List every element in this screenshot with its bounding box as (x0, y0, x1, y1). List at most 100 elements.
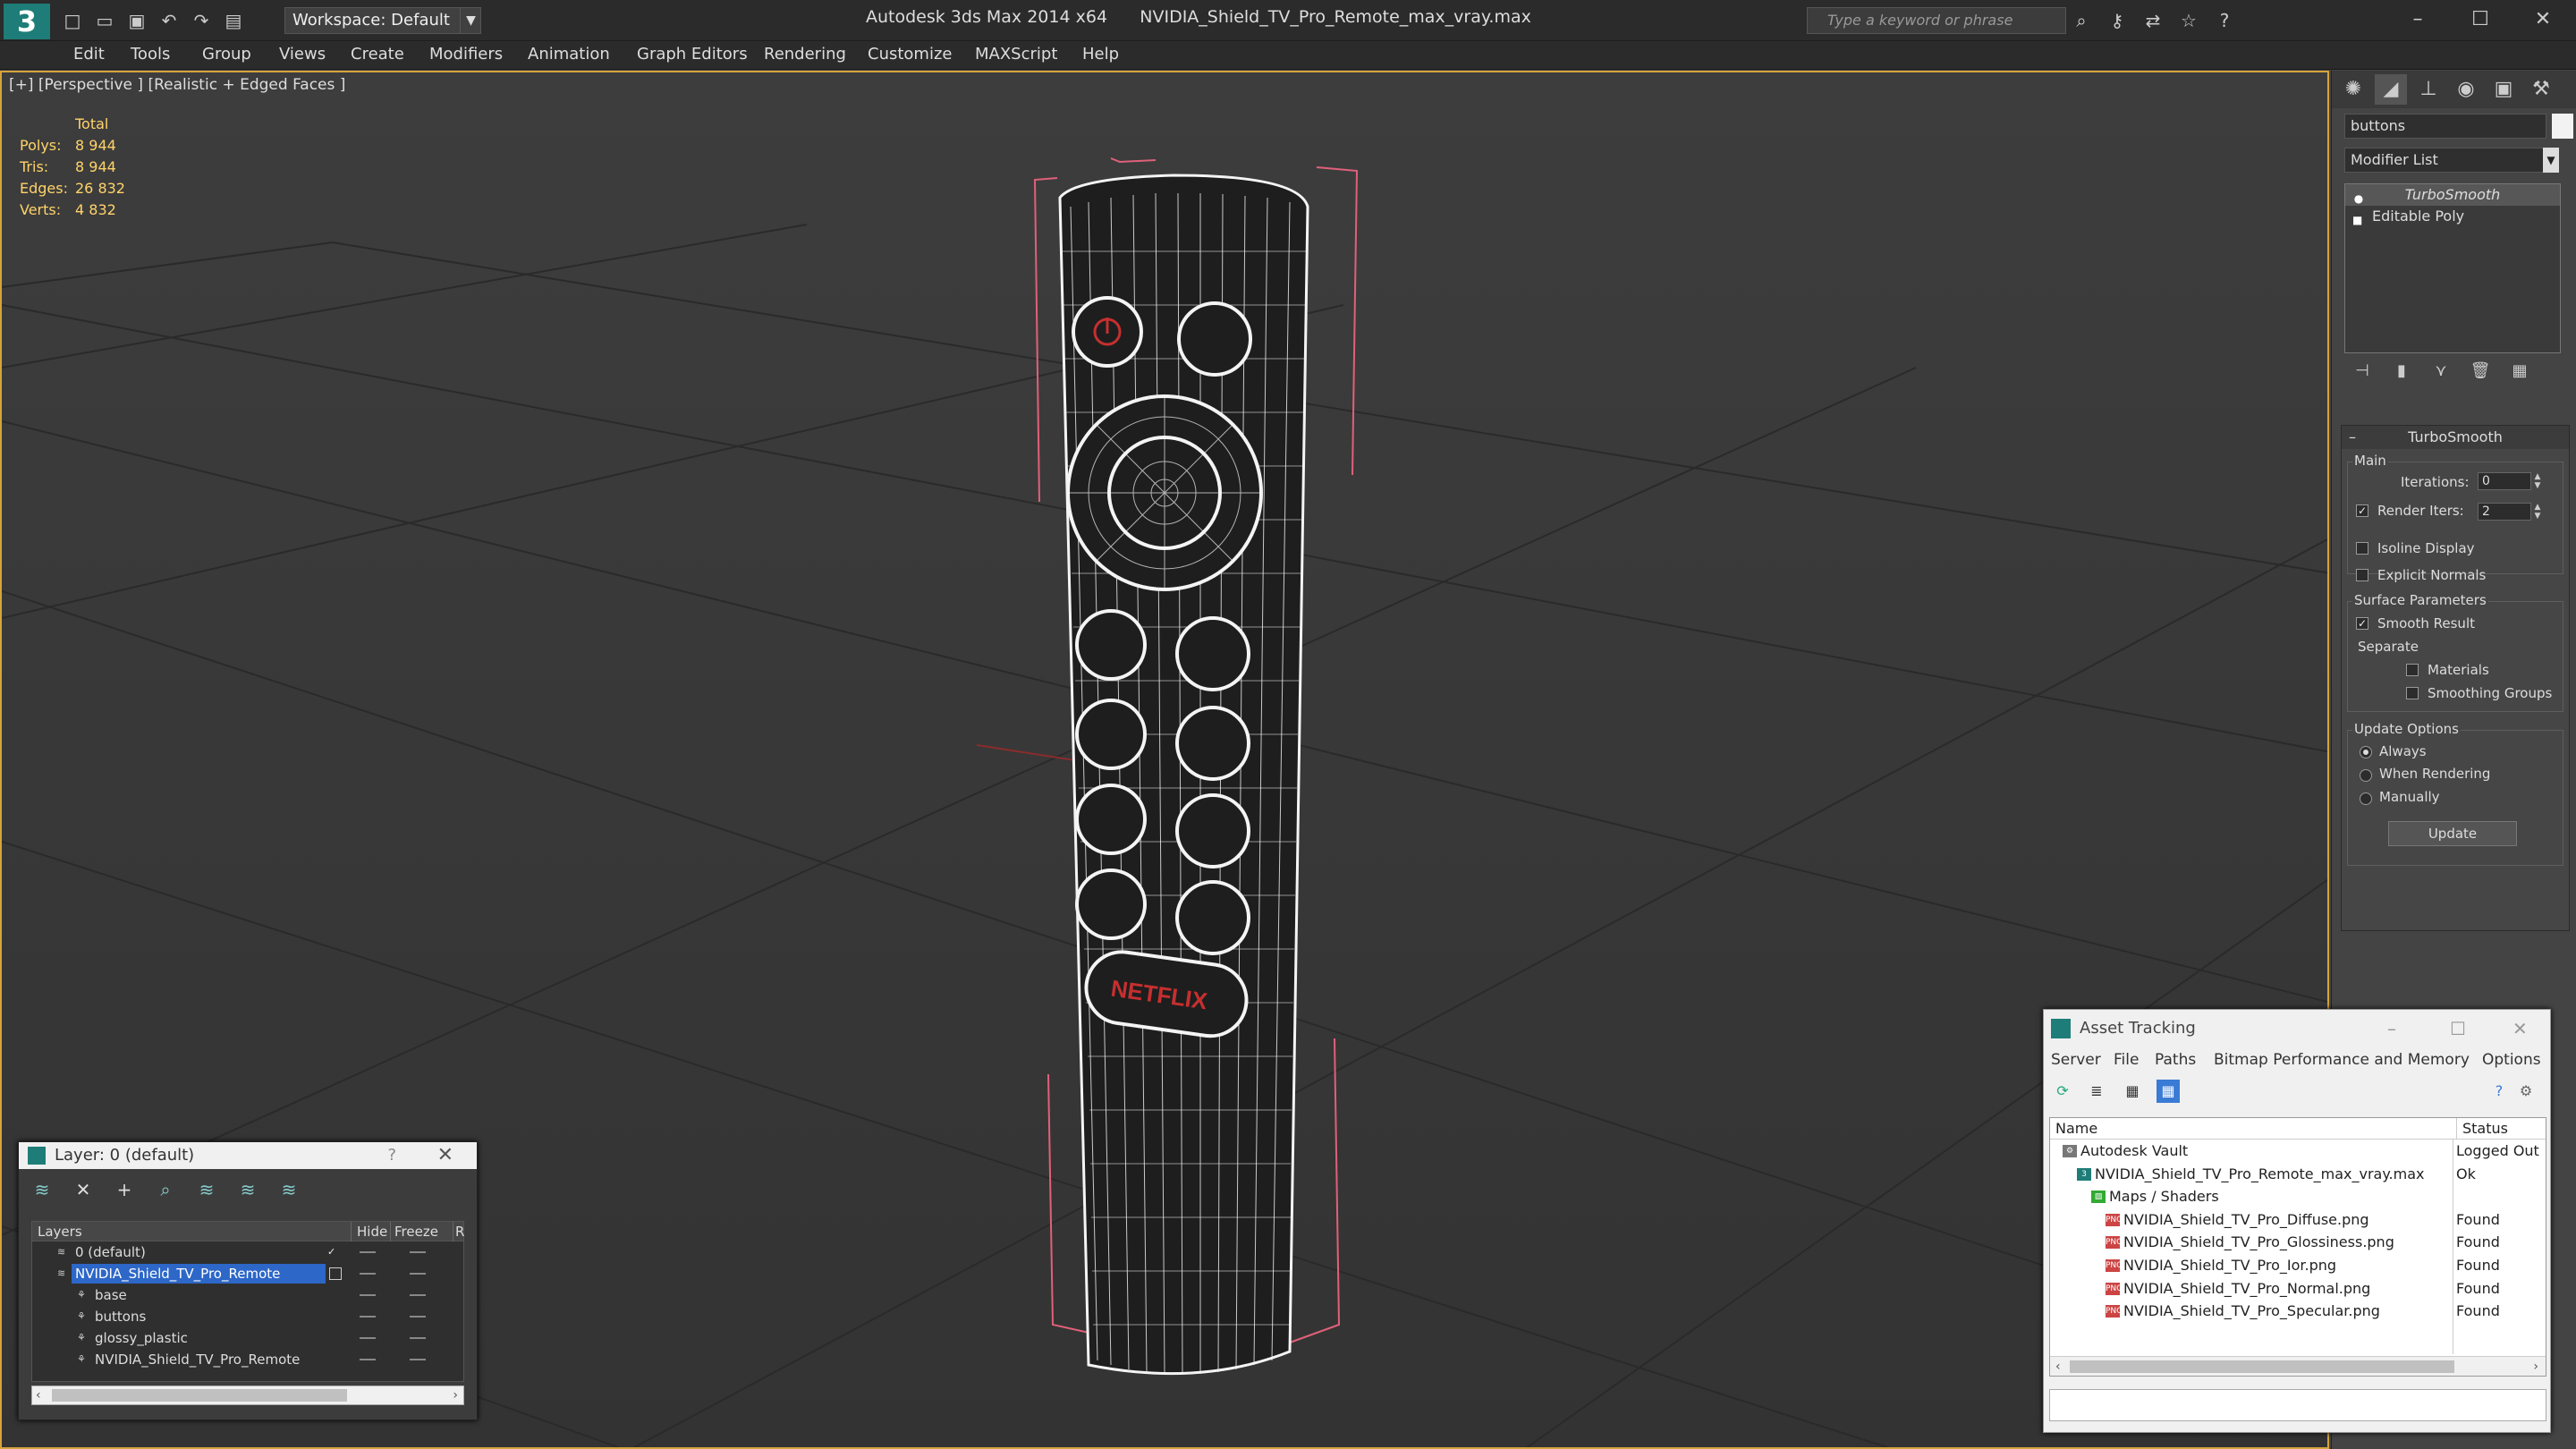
menu-paths[interactable]: Paths (2155, 1051, 2196, 1069)
layer-row[interactable]: ⚘ NVIDIA_Shield_TV_Pro_Remote (32, 1349, 463, 1370)
close-icon[interactable]: ✕ (437, 1142, 453, 1169)
menu-help[interactable]: Help (1082, 45, 1119, 64)
always-radio[interactable] (2360, 746, 2372, 758)
select-objects-icon[interactable]: ⌕ (153, 1178, 178, 1201)
iterations-spinner[interactable]: 0 (2478, 472, 2531, 490)
layer-row[interactable]: ⚘ base (32, 1284, 463, 1306)
menu-rendering[interactable]: Rendering (764, 45, 846, 64)
add-to-layer-icon[interactable]: + (112, 1178, 137, 1201)
hierarchy-tab-icon[interactable]: ⊥ (2412, 74, 2445, 105)
open-icon[interactable]: ▭ (93, 9, 116, 32)
rollout-header[interactable]: – TurboSmooth (2342, 426, 2569, 449)
asset-row[interactable]: PNG NVIDIA_Shield_TV_Pro_Specular.png Fo… (2050, 1300, 2546, 1323)
list-view-icon[interactable]: ≣ (2085, 1080, 2108, 1103)
workspace-dropdown[interactable]: Workspace: Default (284, 7, 481, 34)
project-icon[interactable]: ▤ (222, 9, 245, 32)
smooth-result-checkbox[interactable]: ✓ (2356, 617, 2368, 630)
undo-icon[interactable]: ↶ (157, 9, 181, 32)
layer-horizontal-scrollbar[interactable]: ‹ › (31, 1385, 464, 1405)
asset-row[interactable]: ▨ Maps / Shaders (2050, 1185, 2546, 1208)
thumbnail-view-icon[interactable]: ▦ (2121, 1080, 2144, 1103)
freeze-toggle[interactable] (410, 1294, 426, 1296)
layer-name[interactable]: NVIDIA_Shield_TV_Pro_Remote (72, 1264, 326, 1284)
configure-sets-icon[interactable]: ▦ (2509, 359, 2530, 384)
asset-row[interactable]: 3 NVIDIA_Shield_TV_Pro_Remote_max_vray.m… (2050, 1163, 2546, 1186)
utilities-tab-icon[interactable]: ⚒ (2525, 74, 2557, 105)
hide-toggle[interactable] (360, 1251, 376, 1253)
menu-maxscript[interactable]: MAXScript (975, 45, 1057, 64)
menu-graph-editors[interactable]: Graph Editors (637, 45, 748, 64)
layer-row[interactable]: ⚘ glossy_plastic (32, 1327, 463, 1349)
hide-toggle[interactable] (360, 1337, 376, 1339)
menu-views[interactable]: Views (279, 45, 326, 64)
col-layers[interactable]: Layers (38, 1222, 82, 1241)
layer-name[interactable]: glossy_plastic (91, 1328, 191, 1348)
new-layer-icon[interactable]: ≋ (30, 1178, 55, 1201)
col-status[interactable]: Status (2456, 1118, 2508, 1140)
modifier-list-dropdown[interactable]: Modifier List (2344, 148, 2559, 173)
asset-row[interactable]: PNG NVIDIA_Shield_TV_Pro_Diffuse.png Fou… (2050, 1208, 2546, 1232)
freeze-toggle[interactable] (410, 1251, 426, 1253)
hide-toggle[interactable] (360, 1316, 376, 1318)
menu-server[interactable]: Server (2051, 1051, 2101, 1069)
scroll-left-icon[interactable]: ‹ (36, 1386, 41, 1404)
hide-toggle[interactable] (360, 1273, 376, 1275)
app-logo-icon[interactable]: 3 (4, 4, 50, 39)
scroll-right-icon[interactable]: › (2533, 1357, 2538, 1377)
layer-name[interactable]: base (91, 1285, 131, 1305)
minimize-icon[interactable]: – (2386, 4, 2449, 36)
menu-tools[interactable]: Tools (131, 45, 170, 64)
smoothing-groups-checkbox[interactable] (2406, 687, 2419, 699)
key-icon[interactable]: ⚷ (2106, 9, 2129, 32)
highlight-layer-icon[interactable]: ≋ (194, 1178, 219, 1201)
hide-toggle[interactable] (360, 1359, 376, 1360)
scroll-thumb[interactable] (52, 1389, 347, 1402)
object-color-swatch[interactable] (2552, 114, 2573, 139)
spinner-arrows-icon[interactable]: ▲ ▼ (2531, 503, 2544, 521)
menu-group[interactable]: Group (202, 45, 251, 64)
viewport-label[interactable]: [+] [Perspective ] [Realistic + Edged Fa… (9, 76, 345, 94)
search-input[interactable]: Type a keyword or phrase (1807, 7, 2066, 34)
active-layer-toggle[interactable] (329, 1267, 342, 1280)
close-icon[interactable]: ✕ (2512, 4, 2574, 36)
modify-tab-icon[interactable]: ◢ (2375, 74, 2407, 105)
maximize-icon[interactable]: ☐ (2450, 1010, 2466, 1047)
remove-modifier-icon[interactable]: 🗑 (2470, 359, 2491, 384)
asset-row[interactable]: PNG NVIDIA_Shield_TV_Pro_Glossiness.png … (2050, 1231, 2546, 1254)
display-tab-icon[interactable]: ▣ (2487, 74, 2520, 105)
layer-row[interactable]: ≋ NVIDIA_Shield_TV_Pro_Remote (32, 1263, 463, 1284)
layer-window-titlebar[interactable]: Layer: 0 (default) ? ✕ (19, 1142, 477, 1169)
asset-row[interactable]: PNG NVIDIA_Shield_TV_Pro_Ior.png Found (2050, 1254, 2546, 1277)
redo-icon[interactable]: ↷ (190, 9, 213, 32)
object-name-field[interactable]: buttons (2344, 114, 2546, 139)
help-icon[interactable]: ? (2487, 1080, 2511, 1103)
freeze-toggle[interactable] (410, 1316, 426, 1318)
freeze-toggle[interactable] (410, 1337, 426, 1339)
settings-icon[interactable]: ⚙ (2514, 1080, 2538, 1103)
star-icon[interactable]: ☆ (2177, 9, 2200, 32)
exchange-icon[interactable]: ⇄ (2141, 9, 2165, 32)
close-icon[interactable]: ✕ (2512, 1010, 2528, 1047)
spinner-arrows-icon[interactable]: ▲ ▼ (2531, 472, 2544, 490)
scroll-thumb[interactable] (2070, 1360, 2454, 1373)
menu-bitmap-performance[interactable]: Bitmap Performance and Memory (2214, 1051, 2470, 1069)
hide-toggle[interactable] (360, 1294, 376, 1296)
layer-row[interactable]: ⚘ buttons (32, 1306, 463, 1327)
maximize-icon[interactable]: ☐ (2449, 4, 2512, 36)
isoline-display-checkbox[interactable] (2356, 542, 2368, 555)
render-iters-spinner[interactable]: 2 (2478, 503, 2531, 521)
pin-stack-icon[interactable]: ⊣ (2351, 359, 2373, 384)
update-button[interactable]: Update (2388, 821, 2517, 846)
lightbulb-icon[interactable]: ● (2352, 188, 2365, 205)
materials-checkbox[interactable] (2406, 664, 2419, 676)
help-icon[interactable]: ? (387, 1142, 396, 1169)
stack-item-turbosmooth[interactable]: ● TurboSmooth (2345, 184, 2560, 206)
menu-modifiers[interactable]: Modifiers (429, 45, 503, 64)
chevron-down-icon[interactable]: ▼ (460, 7, 481, 34)
menu-create[interactable]: Create (351, 45, 404, 64)
freeze-all-icon[interactable]: ≋ (276, 1178, 301, 1201)
menu-file[interactable]: File (2114, 1051, 2139, 1069)
hide-all-icon[interactable]: ≋ (235, 1178, 260, 1201)
asset-row[interactable]: PNG NVIDIA_Shield_TV_Pro_Normal.png Foun… (2050, 1277, 2546, 1301)
manually-radio[interactable] (2360, 792, 2372, 805)
